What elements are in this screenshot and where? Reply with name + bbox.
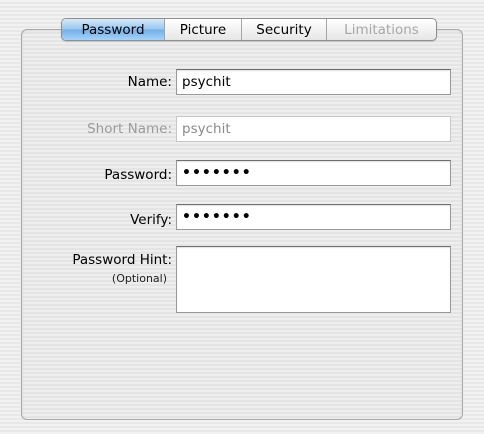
short-name-field: psychit	[176, 116, 451, 142]
short-name-label: Short Name:	[87, 121, 172, 137]
tab-password[interactable]: Password	[62, 19, 164, 40]
tab-bar: Password Picture Security Limitations	[61, 18, 437, 41]
password-label: Password:	[104, 167, 172, 183]
tab-picture[interactable]: Picture	[164, 19, 241, 40]
name-field[interactable]: psychit	[176, 69, 451, 95]
tab-security[interactable]: Security	[241, 19, 326, 40]
password-hint-label: Password Hint:	[72, 252, 172, 268]
tab-limitations: Limitations	[326, 19, 436, 40]
password-hint-optional-note: (Optional)	[111, 272, 167, 285]
name-label: Name:	[127, 74, 172, 90]
password-field[interactable]: •••••••	[176, 160, 451, 186]
password-hint-field[interactable]	[176, 246, 451, 313]
verify-field[interactable]: •••••••	[176, 204, 451, 230]
verify-label: Verify:	[130, 212, 172, 228]
